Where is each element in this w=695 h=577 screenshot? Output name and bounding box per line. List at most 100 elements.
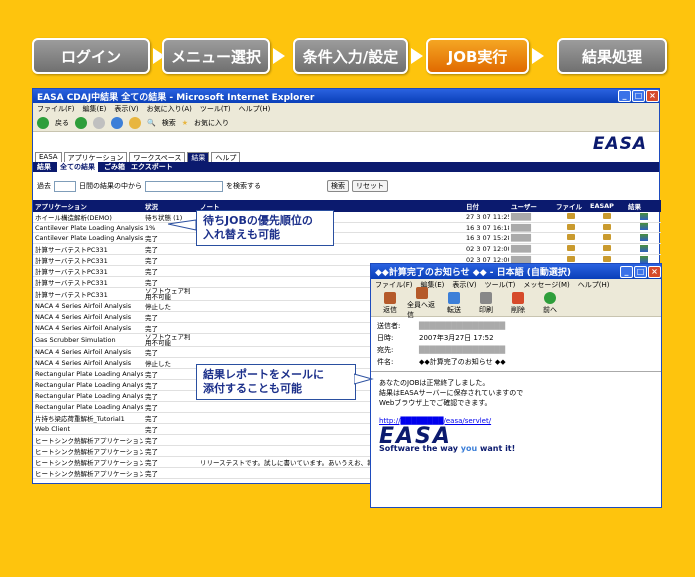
col-date[interactable]: 日付 [464,200,509,212]
col-easap[interactable]: EASAP [588,200,626,212]
col-file[interactable]: ファイル [554,200,588,212]
mail-minimize-button[interactable]: _ [620,265,633,278]
print-button[interactable]: 印刷 [471,292,501,315]
step-4: JOB実行 [426,38,529,74]
back-label[interactable]: 戻る [55,118,69,128]
step-5: 結果処理 [557,38,667,74]
tab-0[interactable]: EASA [35,152,62,162]
easap-icon[interactable] [603,213,611,219]
forward-button[interactable]: 転送 [439,292,469,315]
mail-menu-item[interactable]: 表示(V) [452,280,476,290]
easap-icon[interactable] [603,234,611,240]
cell-user: ████ [509,222,554,233]
days-input[interactable] [54,180,76,192]
subtab-1[interactable]: 全ての結果 [57,162,98,172]
file-icon[interactable] [567,213,575,219]
previous-button[interactable]: 前へ [535,292,565,315]
close-button[interactable]: × [646,90,659,102]
browser-menu-item[interactable]: 編集(E) [83,104,107,114]
easap-icon[interactable] [603,256,611,262]
table-row[interactable]: ホイール構造解析(DEMO) 待ち状態 (1) 27 3 07 11:25 ████ [33,212,661,223]
reply-button[interactable]: 返信 [375,292,405,315]
filter-bar: 過去 日間の結果の中から を検索する 検索 リセット [33,172,659,200]
body-line-1: あなたのJOBは正常終了しました。 [379,379,490,387]
star-icon[interactable]: ★ [182,119,188,127]
mail-menu-item[interactable]: ヘルプ(H) [578,280,610,290]
browser-menu-item[interactable]: お気に入り(A) [147,104,192,114]
home-icon[interactable] [129,116,141,129]
cell-status: 完了 [143,456,198,468]
reply-label: 返信 [383,306,397,314]
tab-3[interactable]: 結果 [187,152,210,162]
file-icon[interactable] [567,223,575,230]
cell-app: Rectangular Plate Loading Analysis [33,379,143,391]
cell-app: 計算サーバテストPC331 [33,276,143,288]
mail-titlebar: ◆◆計算完了のお知らせ ◆◆ - 日本語 (自動選択) _ □ × [371,264,661,279]
filter-reset-button[interactable]: リセット [352,180,388,192]
col-status[interactable]: 状況 [143,200,198,212]
mail-menu-item[interactable]: ツール(T) [485,280,516,290]
result-icon[interactable] [639,233,648,241]
mail-close-button[interactable]: × [648,265,661,278]
result-icon[interactable] [639,212,648,220]
maximize-button[interactable]: □ [632,90,645,102]
stop-icon[interactable] [93,116,105,129]
search-icon[interactable]: 🔍 [147,119,156,127]
cell-app: NACA 4 Series Airfoil Analysis [33,322,143,334]
browser-menu-item[interactable]: 表示(V) [114,104,138,114]
mail-window: ◆◆計算完了のお知らせ ◆◆ - 日本語 (自動選択) _ □ × ファイル(F… [370,263,662,508]
col-user[interactable]: ユーザー [509,200,554,212]
mail-maximize-button[interactable]: □ [634,265,647,278]
file-icon[interactable] [567,245,575,251]
col-result[interactable]: 結果 [626,200,661,212]
reply-all-button[interactable]: 全員へ返信 [407,287,437,320]
col-app[interactable]: アプリケーション [33,200,143,212]
back-icon[interactable] [37,116,49,129]
table-row[interactable]: Cantilever Plate Loading Analysis 完了 16 3 … [33,232,661,244]
browser-menu-item[interactable]: ヘルプ(H) [239,104,271,114]
mail-menu-item[interactable]: メッセージ(M) [523,280,569,290]
sub-tabs: 結果 全ての結果 ごみ箱 エクスポート [33,162,659,172]
mail-toolbar: 返信 全員へ返信 転送 印刷 削除 前へ [371,287,661,319]
cell-status: 完了 [143,276,198,288]
table-row[interactable]: Cantilever Plate Loading Analysis 1% 16 3 … [33,222,661,233]
cell-app: NACA 4 Series Airfoil Analysis [33,357,143,369]
table-header: アプリケーション 状況 ノート 日付 ユーザー ファイル EASAP 結果 [33,200,661,212]
search-label[interactable]: 検索 [162,118,176,128]
easa-logo: EASA [592,134,647,154]
file-icon[interactable] [567,234,575,240]
cell-status: 完了 [143,311,198,323]
refresh-icon[interactable] [111,116,123,129]
browser-titlebar: EASA CDAJ中結果 全ての結果 - Microsoft Internet … [33,89,659,103]
filter-search-button[interactable]: 検索 [327,180,349,192]
print-label: 印刷 [479,306,493,314]
table-row[interactable]: 計算サーバテストPC331 完了 02 3 07 12:00 ████ [33,243,661,255]
cell-app: ヒートシンク熱解析アプリケーション(DEMO) [33,445,143,457]
reply-all-icon [416,287,428,299]
easap-icon[interactable] [603,245,611,251]
easap-icon[interactable] [603,223,611,230]
tab-4[interactable]: ヘルプ [211,152,241,162]
report-callout: 結果レポートをメールに 添付することも可能 [196,364,356,400]
cell-status: 完了 [143,390,198,402]
tab-1[interactable]: アプリケーション [63,152,128,162]
delete-button[interactable]: 削除 [503,292,533,315]
search-input[interactable] [145,180,223,192]
file-icon[interactable] [567,256,575,262]
subtab-0[interactable]: 結果 [37,162,51,172]
cell-status: 完了 [143,346,198,358]
result-icon[interactable] [639,223,648,230]
cell-user: ████ [509,212,554,223]
tab-2[interactable]: ワークスペース [129,152,186,162]
result-icon[interactable] [639,255,648,263]
step-2: メニュー選択 [162,38,270,74]
forward-icon[interactable] [75,116,87,129]
favorites-label[interactable]: お気に入り [194,118,229,128]
minimize-button[interactable]: _ [618,90,631,102]
subtab-2[interactable]: ごみ箱 [104,162,125,172]
result-icon[interactable] [639,244,648,252]
browser-menu-item[interactable]: ツール(T) [200,104,231,114]
cell-date: 27 3 07 11:25 [464,212,509,223]
subtab-3[interactable]: エクスポート [131,162,173,172]
browser-menu-item[interactable]: ファイル(F) [37,104,75,114]
